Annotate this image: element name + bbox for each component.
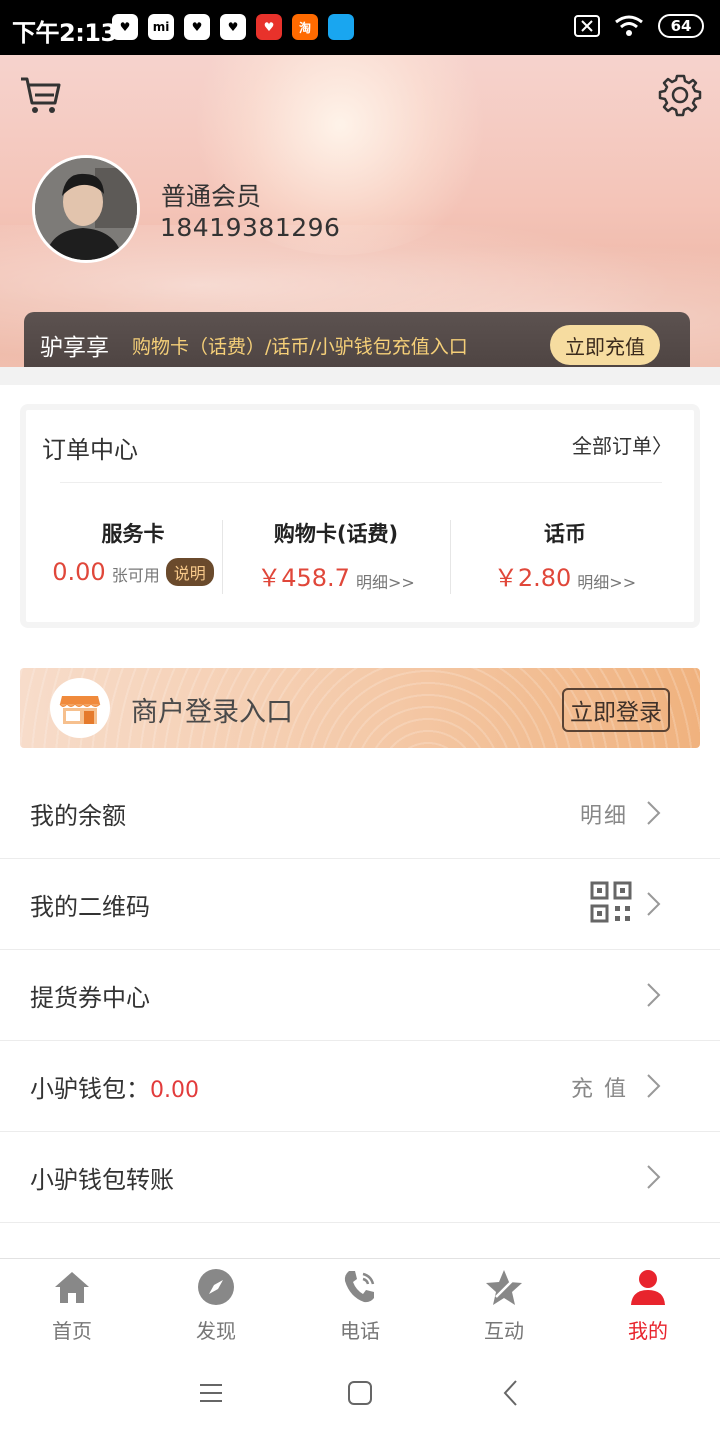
notification-blue-app-icon [328,14,354,40]
tab-label: 首页 [52,1319,92,1343]
status-bar: 下午2:13 ♥ mi ♥ ♥ ♥ 淘 64 [0,0,720,55]
wallet-recharge-link[interactable]: 充 值 [571,1071,628,1103]
stat-value: 0.00 [52,558,106,586]
menu-item-qrcode[interactable]: 我的二维码 [0,859,720,950]
menu-item-label: 小驴钱包：0.00 [30,1075,199,1103]
menu-item-wallet[interactable]: 小驴钱包：0.00 充 值 [0,1041,720,1132]
tab-mine[interactable]: 我的 [576,1259,720,1344]
tab-home[interactable]: 首页 [0,1259,144,1344]
chevron-right-icon [647,1165,661,1189]
menu-item-label: 我的二维码 [30,893,150,921]
wallet-balance: 0.00 [150,1078,199,1103]
notification-mi-icon: mi [148,14,174,40]
shopping-card-stat[interactable]: 购物卡(话费) ￥458.7 明细>> [226,518,446,593]
order-center-card: 订单中心 全部订单〉 服务卡 0.00 张可用 说明 购物卡(话费) ￥458.… [20,404,700,628]
notification-app-icon: ♥ [184,14,210,40]
explain-badge[interactable]: 说明 [165,558,214,586]
merchant-login-banner[interactable]: 商户登录入口 立即登录 [20,668,700,748]
all-orders-link[interactable]: 全部订单〉 [572,430,672,459]
menu-item-detail: 明细 [579,804,628,829]
menu-list: 我的余额 明细 我的二维码 提货券中心 小驴钱包：0.00 充 值 小驴钱包转账 [0,768,720,1223]
coin-stat[interactable]: 话币 ￥2.80 明细>> [454,518,676,593]
bottom-tab-bar: 首页 发现 电话 互动 我的 [0,1258,720,1344]
wifi-icon [615,15,643,36]
vip-title: 驴享享 [40,335,109,361]
stat-label: 服务卡 [101,522,165,546]
battery-icon: 64 [658,14,704,38]
notification-app-icon: ♥ [220,14,246,40]
merchant-login-text: 商户登录入口 [131,697,293,728]
notification-taobao-icon: 淘 [292,14,318,40]
system-icons: 64 [574,14,704,38]
home-icon [55,1272,89,1303]
detail-link[interactable]: 明细>> [356,569,415,593]
status-time: 下午2:13 [12,19,117,47]
qr-code-icon [590,881,632,923]
menu-item-voucher-center[interactable]: 提货券中心 [0,950,720,1041]
star-icon [486,1270,522,1305]
menu-item-label: 提货券中心 [30,984,150,1012]
chevron-right-icon [647,892,661,916]
tab-label: 我的 [628,1319,668,1343]
order-center-title: 订单中心 [42,436,138,464]
service-card-stat[interactable]: 服务卡 0.00 张可用 说明 [40,518,226,586]
menu-item-label: 小驴钱包转账 [30,1166,174,1194]
recharge-now-button[interactable]: 立即充值 [550,325,660,365]
tab-label: 发现 [196,1319,236,1343]
stat-value: ￥2.80 [493,564,572,592]
menu-item-wallet-transfer[interactable]: 小驴钱包转账 [0,1132,720,1223]
system-nav-bar [0,1344,720,1440]
login-now-button[interactable]: 立即登录 [562,688,670,732]
chevron-right-icon [647,1074,661,1098]
stat-value: ￥458.7 [257,564,350,592]
stat-label: 话币 [544,522,586,546]
tab-discover[interactable]: 发现 [144,1259,288,1344]
menu-icon[interactable] [196,1378,226,1408]
vip-description: 购物卡（话费）/话币/小驴钱包充值入口 [132,336,468,358]
tab-label: 电话 [340,1319,380,1343]
cart-icon[interactable] [18,73,62,117]
stat-label: 购物卡(话费) [273,522,399,546]
back-icon[interactable] [497,1378,527,1408]
compass-icon [198,1269,234,1305]
home-square-icon[interactable] [345,1378,375,1408]
profile-header: 普通会员 18419381296 驴享享 购物卡（话费）/话币/小驴钱包充值入口… [0,55,720,385]
stat-unit: 张可用 [111,566,160,585]
tab-phone[interactable]: 电话 [288,1259,432,1344]
tab-label: 互动 [484,1319,524,1343]
avatar[interactable] [32,155,140,263]
settings-gear-icon[interactable] [658,73,702,117]
detail-link[interactable]: 明细>> [577,569,636,593]
menu-item-balance[interactable]: 我的余额 明细 [0,768,720,859]
member-phone: 18419381296 [160,213,341,242]
notification-icons: ♥ mi ♥ ♥ ♥ 淘 [112,14,354,40]
notification-red-app-icon: ♥ [256,14,282,40]
member-level: 普通会员 [161,182,262,211]
chevron-right-icon [647,801,661,825]
shop-icon [50,678,110,738]
sim-off-icon [574,15,600,37]
menu-item-label: 我的余额 [30,802,126,830]
tab-interact[interactable]: 互动 [432,1259,576,1344]
person-icon [631,1270,665,1305]
notification-app-icon: ♥ [112,14,138,40]
phone-icon [344,1271,375,1303]
chevron-right-icon [647,983,661,1007]
